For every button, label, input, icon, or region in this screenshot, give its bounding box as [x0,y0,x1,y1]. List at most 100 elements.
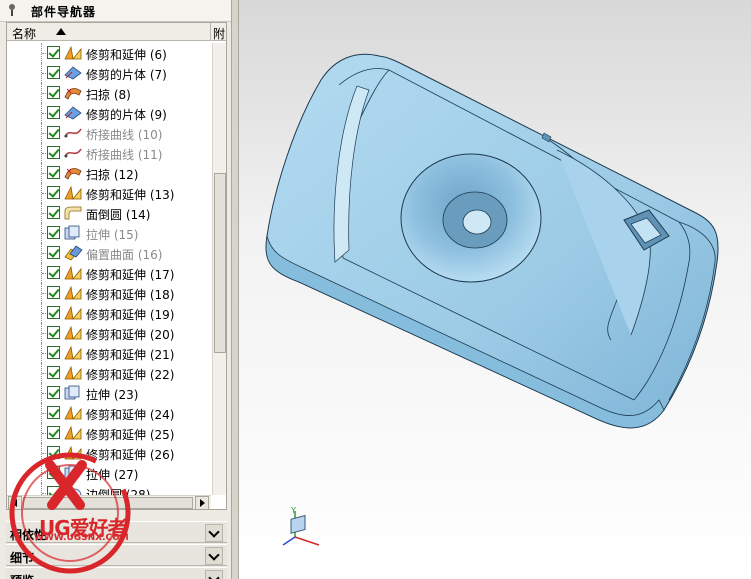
visibility-checkbox[interactable] [47,206,60,219]
trim-extend-icon [63,365,83,381]
visibility-checkbox[interactable] [47,66,60,79]
tree-row-label: 扫掠 (8) [86,88,131,102]
visibility-checkbox[interactable] [47,186,60,199]
feature-tree: 名称 附 修剪和延伸 (6) 修剪的片体 (7) 扫掠 (8) 修剪的片体 (9) 桥接… [6,22,227,510]
column-name-header[interactable]: 名称 [7,23,211,41]
tree-row-label: 偏置曲面 (16) [86,248,163,262]
visibility-checkbox[interactable] [47,86,60,99]
chevron-down-icon[interactable] [205,524,223,542]
ugsnx-logo [9,452,131,574]
visibility-checkbox[interactable] [47,146,60,159]
tree-row[interactable]: 修剪和延伸 (25) [7,423,211,443]
visibility-checkbox[interactable] [47,346,60,359]
trim-extend-icon [63,285,83,301]
visibility-checkbox[interactable] [47,226,60,239]
trimmed-sheet-icon [63,65,83,81]
visibility-checkbox[interactable] [47,106,60,119]
offset-surface-icon [63,245,83,261]
panel-splitter[interactable] [231,0,239,579]
tree-row[interactable]: 修剪和延伸 (22) [7,363,211,383]
visibility-checkbox[interactable] [47,426,60,439]
visibility-checkbox[interactable] [47,166,60,179]
extrude-icon [63,225,83,241]
tree-row-label: 修剪的片体 (9) [86,108,167,122]
cad-model [265,53,719,429]
swept-icon [63,85,83,101]
tree-rows: 修剪和延伸 (6) 修剪的片体 (7) 扫掠 (8) 修剪的片体 (9) 桥接曲线 (1… [7,43,211,495]
tree-row[interactable]: 修剪和延伸 (19) [7,303,211,323]
tree-row[interactable]: 拉伸 (23) [7,383,211,403]
visibility-checkbox[interactable] [47,126,60,139]
tree-row[interactable]: 修剪的片体 (9) [7,103,211,123]
tree-row[interactable]: 修剪和延伸 (20) [7,323,211,343]
tree-row[interactable]: 修剪的片体 (7) [7,63,211,83]
tree-row-label: 修剪和延伸 (21) [86,348,175,362]
svg-text:Y: Y [290,506,296,515]
tree-header: 名称 附 [7,23,226,41]
tree-row[interactable]: 面倒圆 (14) [7,203,211,223]
tree-row-label: 修剪和延伸 (19) [86,308,175,322]
tree-row-label: 扫掠 (12) [86,168,139,182]
trim-extend-icon [63,425,83,441]
tree-row-label: 桥接曲线 (10) [86,128,163,142]
watermark-url: WWW.UGSNX.COM [34,533,129,543]
panel-title: 部件导航器 [31,5,97,19]
bridge-curve-icon [63,125,83,141]
tree-row-label: 桥接曲线 (11) [86,148,163,162]
chevron-down-icon[interactable] [205,570,223,579]
trim-extend-icon [63,325,83,341]
trim-extend-icon [63,265,83,281]
tree-row[interactable]: 扫掠 (8) [7,83,211,103]
bridge-curve-icon [63,145,83,161]
face-blend-icon [63,205,83,221]
visibility-checkbox[interactable] [47,46,60,59]
visibility-checkbox[interactable] [47,366,60,379]
panel-title-bar: 部件导航器 [0,0,236,22]
visibility-checkbox[interactable] [47,266,60,279]
tree-row-label: 修剪和延伸 (13) [86,188,175,202]
tree-row[interactable]: 修剪和延伸 (24) [7,403,211,423]
tree-row[interactable]: 修剪和延伸 (18) [7,283,211,303]
column-attached-header[interactable]: 附 [213,25,225,42]
visibility-checkbox[interactable] [47,386,60,399]
tree-row-label: 拉伸 (15) [86,228,139,242]
visibility-checkbox[interactable] [47,406,60,419]
tree-row-label: 修剪和延伸 (24) [86,408,175,422]
tree-row[interactable]: 桥接曲线 (10) [7,123,211,143]
chevron-down-icon[interactable] [205,547,223,565]
vertical-scroll-thumb[interactable] [214,173,226,353]
trim-extend-icon [63,45,83,61]
tree-row[interactable]: 偏置曲面 (16) [7,243,211,263]
visibility-checkbox[interactable] [47,286,60,299]
trim-extend-icon [63,405,83,421]
tree-row[interactable]: 修剪和延伸 (13) [7,183,211,203]
tree-row-label: 修剪和延伸 (17) [86,268,175,282]
tree-row-label: 修剪和延伸 (6) [86,48,167,62]
visibility-checkbox[interactable] [47,326,60,339]
pin-icon[interactable] [6,3,18,17]
tree-row-label: 修剪和延伸 (25) [86,428,175,442]
tree-row-label: 修剪和延伸 (18) [86,288,175,302]
scroll-right-button[interactable] [195,496,209,509]
view-triad-icon[interactable]: Y [277,505,327,555]
tree-row-label: 修剪和延伸 (20) [86,328,175,342]
trim-extend-icon [63,305,83,321]
extrude-icon [63,385,83,401]
tree-row[interactable]: 修剪和延伸 (21) [7,343,211,363]
tree-row[interactable]: 拉伸 (15) [7,223,211,243]
trim-extend-icon [63,345,83,361]
tree-row[interactable]: 扫掠 (12) [7,163,211,183]
tree-row-label: 面倒圆 (14) [86,208,151,222]
trimmed-sheet-icon [63,105,83,121]
tree-row[interactable]: 桥接曲线 (11) [7,143,211,163]
tree-row-label: 修剪的片体 (7) [86,68,167,82]
tree-row[interactable]: 修剪和延伸 (6) [7,43,211,63]
vertical-scrollbar[interactable] [212,43,226,495]
swept-icon [63,165,83,181]
visibility-checkbox[interactable] [47,246,60,259]
tree-row-label: 修剪和延伸 (22) [86,368,175,382]
trim-extend-icon [63,185,83,201]
graphics-viewport[interactable]: Y [239,0,751,579]
visibility-checkbox[interactable] [47,306,60,319]
tree-row[interactable]: 修剪和延伸 (17) [7,263,211,283]
